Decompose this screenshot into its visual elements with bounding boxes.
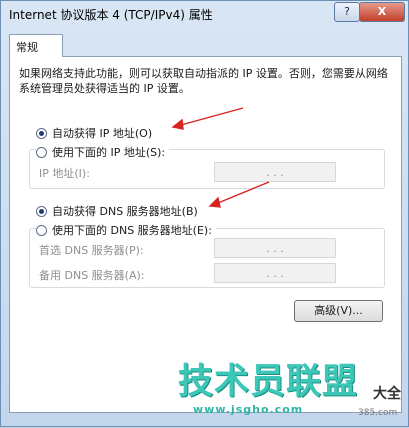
watermark-side-text: 大全 (373, 386, 401, 402)
watermark-url: www.jsgho.com (193, 403, 304, 416)
arrow-dns-head-icon (208, 196, 221, 208)
arrow-dns-icon (217, 181, 270, 204)
tab-general[interactable]: 常规 (9, 34, 63, 57)
watermark-small: 385.com (358, 408, 398, 418)
watermark-brand: 技术员联盟 (178, 362, 359, 402)
arrow-ip-head-icon (171, 118, 184, 130)
arrow-ip-icon (180, 107, 244, 126)
dialog-window: Internet 协议版本 4 (TCP/IPv4) 属性 ? X 常规 如果网… (0, 0, 409, 427)
